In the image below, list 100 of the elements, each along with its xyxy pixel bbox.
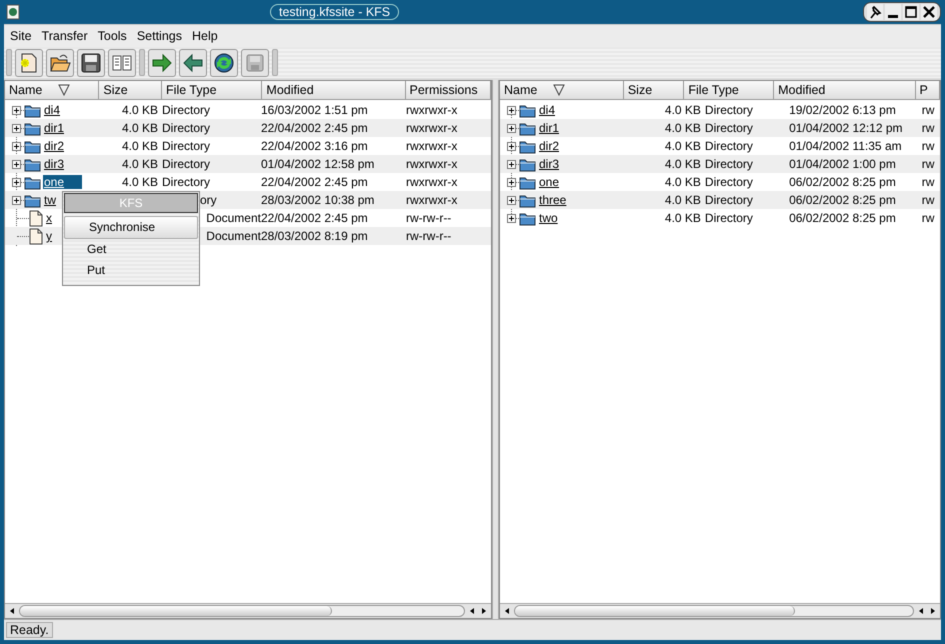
- menu-item[interactable]: Synchronise: [64, 216, 198, 239]
- folder-icon: [519, 138, 536, 154]
- folder-icon: [24, 192, 41, 208]
- table-cell: rw: [922, 139, 934, 153]
- column-header[interactable]: Name: [5, 81, 100, 100]
- folder-icon: [24, 156, 41, 172]
- table-cell: rw: [922, 193, 934, 207]
- file-name-link[interactable]: two: [538, 211, 559, 225]
- table-cell: 4.0 KB: [664, 103, 701, 117]
- splitter-handle[interactable]: [492, 80, 499, 619]
- file-name-link[interactable]: di4: [538, 103, 556, 117]
- column-header[interactable]: File Type: [684, 81, 774, 100]
- file-name-link[interactable]: dir1: [43, 121, 66, 135]
- table-cell: rwxrwxr-x: [406, 139, 458, 153]
- file-name-link[interactable]: x: [45, 211, 53, 225]
- folder-icon: [24, 138, 41, 154]
- file-name-link[interactable]: y: [45, 229, 53, 243]
- column-header[interactable]: Modified: [774, 81, 916, 100]
- file-name-link[interactable]: dir2: [538, 139, 560, 153]
- table-cell: 4.0 KB: [664, 175, 701, 189]
- table-cell: rw: [922, 121, 934, 135]
- expand-icon: [507, 196, 516, 204]
- file-name-link[interactable]: one: [538, 175, 560, 189]
- scrollbar-thumb[interactable]: [515, 606, 795, 616]
- table-cell: 01/04/2002 11:35 am: [789, 139, 902, 153]
- menu-item[interactable]: Tools: [98, 29, 127, 43]
- table-cell: rwxrwxr-x: [406, 157, 458, 171]
- column-header[interactable]: Modified: [262, 81, 406, 100]
- right-arrow-icon[interactable]: [151, 52, 173, 74]
- expand-icon: [507, 178, 516, 186]
- toolbar-grip[interactable]: [139, 49, 145, 76]
- column-header[interactable]: Permissions: [406, 81, 491, 100]
- table-cell: Directory: [704, 103, 753, 117]
- expand-icon: [507, 106, 516, 114]
- menu-item[interactable]: Get: [63, 239, 199, 260]
- table-cell: rw: [922, 175, 934, 189]
- folder-icon: [519, 174, 536, 190]
- menu-item[interactable]: Site: [10, 29, 32, 43]
- folder-icon[interactable]: [49, 52, 71, 74]
- scrollbar-thumb[interactable]: [20, 606, 332, 616]
- table-cell: Directory: [704, 211, 753, 225]
- refresh-icon[interactable]: [213, 52, 235, 74]
- file-name-link[interactable]: di4: [43, 103, 62, 117]
- document-icon: [29, 228, 43, 244]
- file-name-link[interactable]: dir1: [538, 121, 560, 135]
- minimize-icon[interactable]: [885, 4, 901, 20]
- folder-icon: [519, 192, 536, 208]
- table-cell: rwxrwxr-x: [406, 193, 458, 207]
- column-header[interactable]: File Type: [162, 81, 262, 100]
- table-cell: rw-rw-r--: [406, 229, 452, 243]
- table-cell: rw-rw-r--: [406, 211, 452, 225]
- table-cell: Directory: [704, 121, 753, 135]
- folder-icon: [519, 120, 536, 136]
- expand-icon: [12, 142, 21, 150]
- file-name-link[interactable]: tw: [43, 193, 57, 207]
- toolbar-grip[interactable]: [6, 49, 12, 76]
- folder-icon: [519, 102, 536, 118]
- table-cell: 22/04/2002 2:45 pm: [261, 175, 368, 189]
- menu-item[interactable]: Put: [63, 260, 199, 281]
- file-name-link[interactable]: dir2: [43, 139, 66, 153]
- table-cell: rw: [922, 211, 934, 225]
- expand-icon: [507, 142, 516, 150]
- pin-icon[interactable]: [867, 4, 883, 20]
- left-arrow-icon[interactable]: [182, 52, 204, 74]
- table-cell: Directory: [162, 157, 210, 171]
- file-name-link[interactable]: three: [538, 193, 568, 207]
- table-cell: 06/02/2002 8:25 pm: [789, 193, 896, 207]
- app-globe-icon: [6, 4, 20, 20]
- folder-icon: [519, 210, 536, 226]
- table-cell: Directory: [162, 175, 210, 189]
- table-cell: 19/02/2002 6:13 pm: [789, 103, 896, 117]
- expand-icon: [12, 106, 21, 114]
- table-cell: Directory: [704, 157, 753, 171]
- table-cell: Directory: [162, 139, 210, 153]
- maximize-icon[interactable]: [903, 4, 919, 20]
- menu-item[interactable]: Settings: [136, 29, 182, 43]
- table-cell: 22/04/2002 2:45 pm: [261, 121, 368, 135]
- table-cell: rwxrwxr-x: [406, 121, 458, 135]
- table-cell: rw: [922, 103, 934, 117]
- menu-title: KFS: [64, 193, 198, 213]
- file-name-link[interactable]: one: [43, 175, 82, 189]
- close-icon[interactable]: [921, 4, 937, 20]
- table-cell: Document: [206, 211, 261, 225]
- column-header[interactable]: Size: [624, 81, 684, 100]
- toolbar-grip[interactable]: [272, 49, 278, 76]
- column-header[interactable]: Size: [99, 81, 162, 100]
- table-cell: rwxrwxr-x: [406, 103, 458, 117]
- table-cell: 28/03/2002 8:19 pm: [261, 229, 368, 243]
- document-icon: [29, 210, 43, 226]
- table-cell: 01/04/2002 12:58 pm: [261, 157, 374, 171]
- menu-item[interactable]: Help: [192, 29, 218, 43]
- file-name-link[interactable]: dir3: [538, 157, 560, 171]
- menu-item[interactable]: Transfer: [42, 29, 88, 43]
- table-cell: 01/04/2002 12:12 pm: [789, 121, 903, 135]
- column-header[interactable]: Name: [500, 81, 624, 100]
- table-cell: Directory: [704, 175, 753, 189]
- table-cell: rw: [922, 157, 934, 171]
- file-name-link[interactable]: dir3: [43, 157, 66, 171]
- column-header[interactable]: P: [916, 81, 940, 100]
- folder-icon: [24, 120, 41, 136]
